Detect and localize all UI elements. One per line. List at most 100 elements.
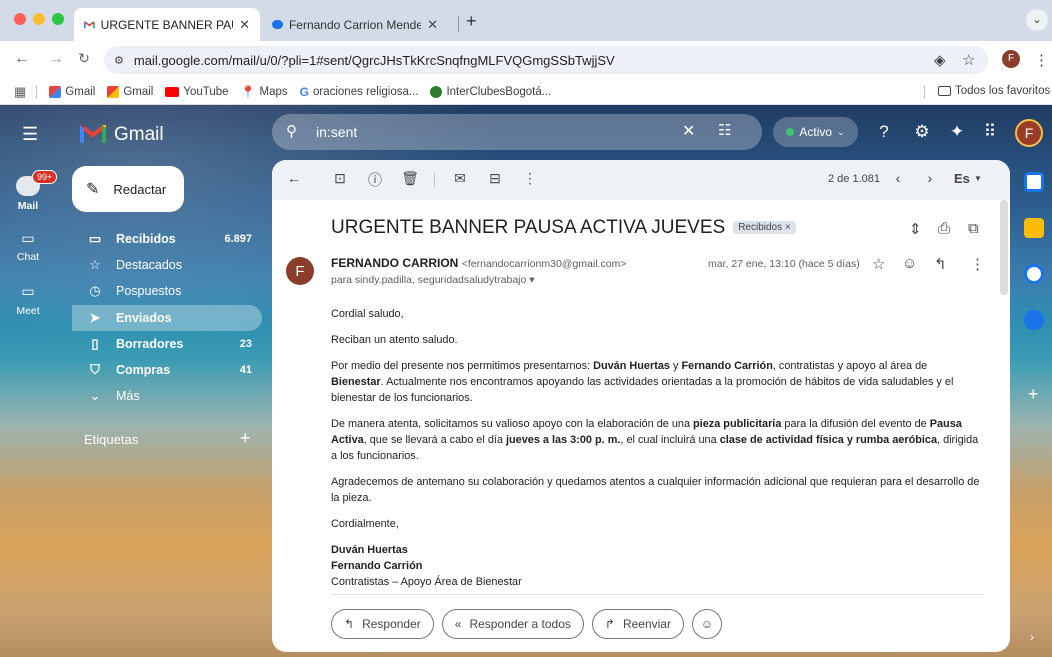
bookmark-label: Todos los favoritos xyxy=(955,85,1051,97)
search-options-icon[interactable]: ☷ xyxy=(718,121,731,139)
settings-gear-icon[interactable]: ⚙ xyxy=(911,122,933,142)
help-icon[interactable]: ? xyxy=(873,122,895,142)
contacts-icon[interactable] xyxy=(1024,310,1044,330)
browser-tab-gmail[interactable]: URGENTE BANNER PAUSA AC ✕ xyxy=(74,8,260,41)
tracking-icon[interactable]: ◈ xyxy=(934,51,946,69)
gmail-icon xyxy=(49,85,62,98)
search-input[interactable] xyxy=(316,122,676,142)
close-window-button[interactable] xyxy=(14,13,26,25)
all-bookmarks-folder[interactable]: Todos los favoritos xyxy=(938,85,1050,97)
tasks-icon[interactable] xyxy=(1024,264,1044,284)
add-label-icon[interactable]: + xyxy=(240,428,251,449)
collapse-all-icon[interactable]: ⇕ xyxy=(909,220,922,238)
sender-avatar[interactable]: F xyxy=(286,257,314,285)
bookmark-maps[interactable]: 📍 Maps xyxy=(241,85,288,99)
message-body-scroll[interactable]: URGENTE BANNER PAUSA ACTIVA JUEVES Recibi… xyxy=(272,200,998,652)
main-menu-icon[interactable]: ☰ xyxy=(22,124,38,145)
forward-icon: ↱ xyxy=(604,617,615,631)
address-bar[interactable]: ⚙ mail.google.com/mail/u/0/?pli=1#sent/Q… xyxy=(104,46,988,74)
forward-button[interactable]: ↱ Reenviar xyxy=(591,609,684,639)
clear-search-icon[interactable]: ✕ xyxy=(682,121,695,141)
star-icon[interactable]: ☆ xyxy=(872,255,885,273)
add-addon-icon[interactable]: + xyxy=(1028,384,1039,405)
emoji-icon: ☺ xyxy=(700,617,714,631)
bookmark-interclubes[interactable]: InterClubesBogotá... xyxy=(430,85,551,98)
chevron-down-icon[interactable]: ▼ xyxy=(974,174,982,183)
search-icon[interactable]: ⚲ xyxy=(286,122,297,140)
close-tab-icon[interactable]: ✕ xyxy=(427,17,438,33)
browser-tab-fernando[interactable]: Fernando Carrion Mendez 36 ✕ xyxy=(262,8,448,41)
reply-icon: ↰ xyxy=(344,617,355,631)
nav-item-compras[interactable]: ⛉ Compras 41 xyxy=(72,357,262,383)
reply-all-button[interactable]: « Responder a todos xyxy=(441,609,584,639)
sender-name[interactable]: FERNANDO CARRION xyxy=(331,256,458,270)
back-icon[interactable]: ← xyxy=(12,50,32,68)
newer-chevron-icon[interactable]: ‹ xyxy=(888,170,908,186)
tab-search-icon[interactable]: ⌄ xyxy=(1026,9,1048,31)
recipients-line[interactable]: para sindy.padilla, seguridadsaludytraba… xyxy=(331,274,535,286)
reload-icon[interactable]: ↻ xyxy=(74,50,94,67)
input-tools-selector[interactable]: Es xyxy=(954,171,970,186)
nav-item-enviados[interactable]: ➤ Enviados xyxy=(72,305,262,331)
menu-dots-icon[interactable]: ⋮ xyxy=(1034,51,1049,69)
print-icon[interactable]: ⎙ xyxy=(938,220,950,237)
bookmark-oraciones[interactable]: Goraciones religiosa... xyxy=(300,85,419,99)
rail-label-mail[interactable]: Mail xyxy=(0,200,56,212)
account-avatar[interactable]: F xyxy=(1015,119,1043,147)
bookmark-gmail-1[interactable]: Gmail xyxy=(49,85,95,98)
message-scrollbar[interactable] xyxy=(1000,200,1008,295)
nav-item-recibidos[interactable]: ▭ Recibidos 6.897 xyxy=(72,226,262,252)
site-info-icon[interactable]: ⚙ xyxy=(114,54,124,67)
apps-grid-icon[interactable]: ⠿ xyxy=(979,122,1001,142)
labels-heading: Etiquetas xyxy=(84,432,139,447)
gmail-logo-icon[interactable] xyxy=(80,123,106,143)
minimize-window-button[interactable] xyxy=(33,13,45,25)
new-tab-button[interactable]: + xyxy=(466,11,477,32)
nav-item-destacados[interactable]: ☆ Destacados xyxy=(72,252,262,278)
keep-icon[interactable] xyxy=(1024,218,1044,238)
maximize-window-button[interactable] xyxy=(52,13,64,25)
nav-item-borradores[interactable]: ▯ Borradores 23 xyxy=(72,331,262,357)
bookmark-star-icon[interactable]: ☆ xyxy=(962,51,975,69)
url-text[interactable]: mail.google.com/mail/u/0/?pli=1#sent/Qgr… xyxy=(134,53,615,68)
more-vert-icon[interactable]: ⋮ xyxy=(970,255,985,273)
chat-icon[interactable]: ▭ xyxy=(0,230,56,247)
nav-item-mas[interactable]: ⌄ Más xyxy=(72,383,262,409)
body-greeting: Cordial saludo, xyxy=(331,308,404,320)
status-label: Activo xyxy=(799,125,833,139)
label-chip[interactable]: Recibidos × xyxy=(733,221,796,234)
browser-profile-avatar[interactable]: F xyxy=(1002,50,1020,68)
gemini-sparkle-icon[interactable]: ✦ xyxy=(946,122,968,142)
expand-side-panel-icon[interactable]: › xyxy=(1030,630,1034,644)
close-tab-icon[interactable]: ✕ xyxy=(239,17,250,33)
emoji-react-icon[interactable]: ☺ xyxy=(902,255,917,272)
bookmark-gmail-2[interactable]: Gmail xyxy=(107,85,153,98)
reply-icon[interactable]: ↰ xyxy=(934,255,947,273)
older-chevron-icon[interactable]: › xyxy=(920,170,940,186)
meet-video-icon[interactable]: ▭ xyxy=(0,283,56,300)
compose-button[interactable]: ✎ Redactar xyxy=(72,166,184,212)
move-to-icon[interactable]: ⊟ xyxy=(485,170,505,187)
back-to-list-icon[interactable]: ← xyxy=(284,170,304,186)
rail-label-chat[interactable]: Chat xyxy=(0,251,56,263)
bookmark-youtube[interactable]: YouTube xyxy=(165,86,229,98)
chevron-down-icon: ⌄ xyxy=(89,388,101,403)
reply-button[interactable]: ↰ Responder xyxy=(331,609,434,639)
nav-item-pospuestos[interactable]: ◷ Pospuestos xyxy=(72,278,262,304)
mark-unread-icon[interactable]: ✉ xyxy=(450,170,470,187)
archive-icon[interactable]: ⊡ xyxy=(330,170,350,187)
status-dropdown[interactable]: Activo ⌄ xyxy=(773,117,858,147)
sender-line: FERNANDO CARRION <fernandocarrionm30@gma… xyxy=(331,256,626,270)
report-spam-icon[interactable]: ⓘ xyxy=(365,170,385,190)
emoji-reaction-button[interactable]: ☺ xyxy=(691,609,722,639)
gmail-brand: Gmail xyxy=(114,124,164,145)
more-options-icon[interactable]: ⋮ xyxy=(520,170,540,187)
reply-label: Responder xyxy=(362,617,421,631)
delete-icon[interactable]: 🗑 xyxy=(400,170,420,187)
apps-grid-icon[interactable]: ▦ xyxy=(14,84,26,100)
pagination-text: 2 de 1.081 xyxy=(828,173,880,185)
rail-label-meet[interactable]: Meet xyxy=(0,305,56,317)
forward-icon[interactable]: → xyxy=(46,50,66,68)
open-new-window-icon[interactable]: ⧉ xyxy=(968,220,979,237)
calendar-icon[interactable] xyxy=(1024,172,1044,192)
